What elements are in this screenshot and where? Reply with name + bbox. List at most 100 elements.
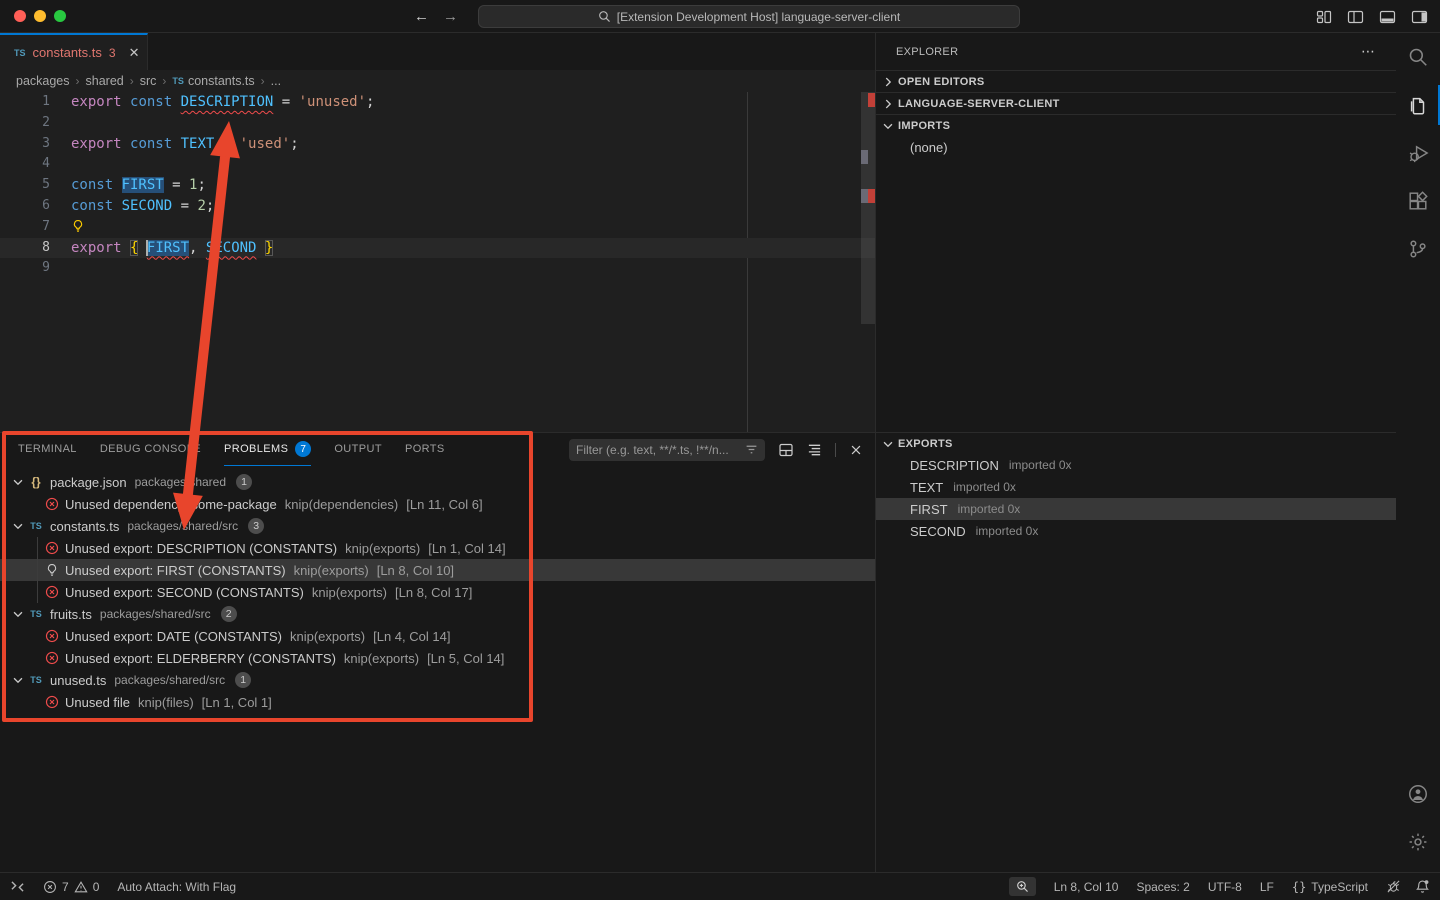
toggle-primary-sidebar-icon[interactable]: [1347, 9, 1364, 25]
breadcrumb-item[interactable]: packages: [16, 74, 70, 88]
chevron-down-icon[interactable]: [11, 475, 25, 489]
collapse-all-icon[interactable]: [807, 442, 822, 457]
debug-icon: [1407, 142, 1430, 165]
code-line-7[interactable]: 7: [0, 217, 875, 238]
chevron-down-icon[interactable]: [11, 673, 25, 687]
minimize-window-button[interactable]: [34, 10, 46, 22]
export-row-second[interactable]: SECONDimported 0x: [876, 520, 1396, 542]
breadcrumb-item[interactable]: TSconstants.ts: [172, 74, 254, 88]
editor-scrollbar[interactable]: [861, 92, 875, 324]
filter-funnel-icon[interactable]: [745, 443, 758, 456]
command-center-search[interactable]: [Extension Development Host] language-se…: [478, 5, 1020, 28]
breadcrumb-item[interactable]: src: [140, 74, 157, 88]
code-editor[interactable]: 1export const DESCRIPTION = 'unused';23e…: [0, 92, 875, 432]
problem-group-row[interactable]: {}package.jsonpackages/shared1: [0, 471, 875, 493]
activity-extensions-button[interactable]: [1396, 177, 1440, 225]
activity-search-button[interactable]: [1396, 33, 1440, 81]
problem-group-row[interactable]: TSunused.tspackages/shared/src1: [0, 669, 875, 691]
panel-tab-terminal[interactable]: TERMINAL: [18, 433, 77, 466]
debug-disabled-icon[interactable]: [1386, 879, 1401, 894]
problem-message: Unused export: DESCRIPTION (CONSTANTS): [65, 541, 337, 556]
close-window-button[interactable]: [14, 10, 26, 22]
line-number: 7: [0, 217, 50, 238]
breadcrumb-item[interactable]: ...: [271, 74, 281, 88]
problem-group-row[interactable]: TSconstants.tspackages/shared/src3: [0, 515, 875, 537]
export-row-description[interactable]: DESCRIPTIONimported 0x: [876, 454, 1396, 476]
problem-group-count-badge: 1: [236, 474, 252, 490]
code-line-1[interactable]: 1export const DESCRIPTION = 'unused';: [0, 92, 875, 113]
eol-sequence[interactable]: LF: [1260, 880, 1274, 894]
problems-filter-input[interactable]: Filter (e.g. text, **/*.ts, !**/n...: [569, 439, 765, 461]
code-line-8[interactable]: 8export { FIRST, SECOND }: [0, 238, 875, 259]
sidebar-section-open-editors[interactable]: OPEN EDITORS: [876, 70, 1396, 92]
panel-tab-bar: TERMINAL DEBUG CONSOLE PROBLEMS7 OUTPUT PORT…: [18, 433, 445, 466]
customize-layout-icon[interactable]: [1316, 9, 1332, 25]
code-line-5[interactable]: 5const FIRST = 1;: [0, 175, 875, 196]
problem-row[interactable]: Unused dependency: some-packageknip(depe…: [0, 493, 875, 515]
breadcrumb-item-label: packages: [16, 74, 70, 88]
activity-files-button[interactable]: [1396, 81, 1440, 129]
problem-row[interactable]: Unused fileknip(files)[Ln 1, Col 1]: [0, 691, 875, 713]
chevron-down-icon[interactable]: [11, 519, 25, 533]
title-bar: ← → [Extension Development Host] languag…: [0, 0, 1440, 33]
breadcrumb-item[interactable]: shared: [86, 74, 124, 88]
zoom-status-icon[interactable]: [1009, 877, 1036, 896]
code-line-4[interactable]: 4: [0, 154, 875, 175]
panel-tab-debug-console[interactable]: DEBUG CONSOLE: [100, 433, 201, 466]
close-panel-icon[interactable]: [849, 443, 863, 457]
toggle-panel-icon[interactable]: [1379, 9, 1396, 25]
code-action-lightbulb-icon[interactable]: [71, 219, 85, 240]
encoding[interactable]: UTF-8: [1208, 880, 1242, 894]
toolbar-separator: [835, 443, 836, 457]
indentation[interactable]: Spaces: 2: [1136, 880, 1189, 894]
problem-location: [Ln 8, Col 10]: [377, 563, 454, 578]
view-as-table-icon[interactable]: [778, 442, 794, 458]
panel-tab-ports[interactable]: PORTS: [405, 433, 445, 466]
zoom-window-button[interactable]: [54, 10, 66, 22]
bottom-panel: TERMINAL DEBUG CONSOLE PROBLEMS7 OUTPUT PORT…: [0, 432, 875, 872]
problems-summary[interactable]: 7 0: [43, 880, 99, 894]
navigate-back-button[interactable]: ←: [414, 8, 429, 25]
navigate-forward-button[interactable]: →: [443, 8, 458, 25]
problem-location: [Ln 11, Col 6]: [406, 497, 482, 512]
line-number: 8: [0, 238, 50, 259]
problem-row[interactable]: Unused export: ELDERBERRY (CONSTANTS)kni…: [0, 647, 875, 669]
notifications-bell-icon[interactable]: [1415, 879, 1430, 894]
sidebar-section-imports[interactable]: IMPORTS: [876, 114, 1396, 136]
source-control-icon: [1407, 238, 1429, 260]
export-row-text[interactable]: TEXTimported 0x: [876, 476, 1396, 498]
code-line-2[interactable]: 2: [0, 113, 875, 134]
export-row-first[interactable]: FIRSTimported 0x: [876, 498, 1396, 520]
language-mode[interactable]: {} TypeScript: [1292, 880, 1368, 894]
cursor-position[interactable]: Ln 8, Col 10: [1054, 880, 1119, 894]
problem-row[interactable]: Unused export: DESCRIPTION (CONSTANTS)kn…: [0, 537, 875, 559]
problem-file-name: constants.ts: [50, 519, 119, 534]
problem-row[interactable]: Unused export: DATE (CONSTANTS)knip(expo…: [0, 625, 875, 647]
auto-attach-status[interactable]: Auto Attach: With Flag: [117, 880, 236, 894]
sidebar-section-language-server-client[interactable]: LANGUAGE-SERVER-CLIENT: [876, 92, 1396, 114]
export-name: FIRST: [910, 502, 948, 517]
code-line-9[interactable]: 9: [0, 258, 875, 279]
problem-row[interactable]: Unused export: SECOND (CONSTANTS)knip(ex…: [0, 581, 875, 603]
tab-close-icon[interactable]: ✕: [129, 45, 140, 61]
code-line-3[interactable]: 3export const TEXT = 'used';: [0, 134, 875, 155]
sidebar-row[interactable]: (none): [876, 136, 1396, 158]
tab-constants-ts[interactable]: TS constants.ts 3 ✕: [0, 33, 148, 70]
activity-settings-button[interactable]: [1396, 818, 1440, 866]
traffic-lights: [14, 10, 66, 22]
problem-source: knip(exports): [344, 651, 419, 666]
problem-message: Unused export: DATE (CONSTANTS): [65, 629, 282, 644]
activity-source-control-button[interactable]: [1396, 225, 1440, 273]
activity-account-button[interactable]: [1396, 770, 1440, 818]
chevron-down-icon[interactable]: [11, 607, 25, 621]
sidebar-section-exports[interactable]: EXPORTS: [876, 432, 1396, 454]
toggle-secondary-sidebar-icon[interactable]: [1411, 9, 1428, 25]
problem-group-row[interactable]: TSfruits.tspackages/shared/src2: [0, 603, 875, 625]
code-line-6[interactable]: 6const SECOND = 2;: [0, 196, 875, 217]
more-actions-icon[interactable]: ⋯: [1361, 43, 1376, 60]
panel-tab-output[interactable]: OUTPUT: [334, 433, 382, 466]
panel-tab-problems[interactable]: PROBLEMS7: [224, 433, 311, 466]
activity-debug-button[interactable]: [1396, 129, 1440, 177]
remote-indicator[interactable]: [10, 880, 25, 893]
problem-row[interactable]: Unused export: FIRST (CONSTANTS)knip(exp…: [0, 559, 875, 581]
